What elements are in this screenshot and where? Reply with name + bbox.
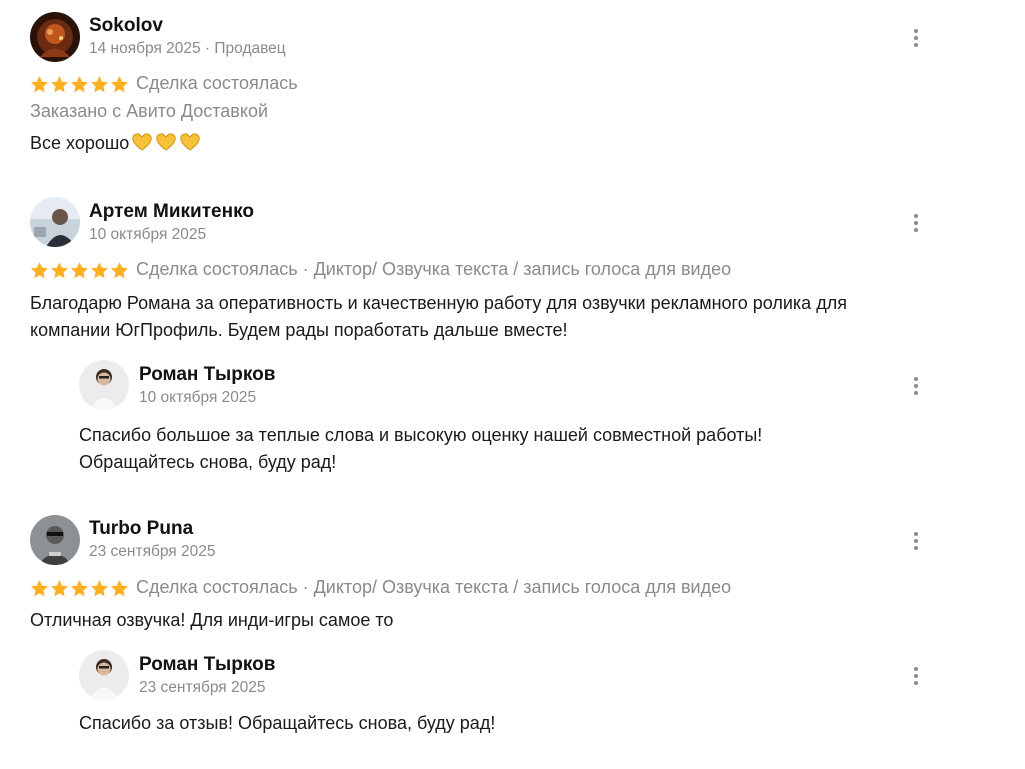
star-icon bbox=[31, 262, 48, 279]
rating-stars bbox=[30, 261, 129, 280]
star-icon bbox=[31, 580, 48, 597]
review-text-content: Все хорошо bbox=[30, 133, 130, 153]
star-icon bbox=[71, 580, 88, 597]
star-icon bbox=[111, 76, 128, 93]
more-options-icon[interactable] bbox=[906, 662, 926, 690]
review-date: 10 октября 2025 bbox=[89, 226, 207, 243]
author-name[interactable]: Turbo Puna bbox=[89, 518, 193, 540]
avatar[interactable] bbox=[30, 515, 80, 565]
review-text-line: компании ЮгПрофиль. Будем рады поработат… bbox=[30, 320, 568, 340]
deal-status: Сделка состоялась · Диктор/ Озвучка текс… bbox=[136, 259, 732, 279]
review-date: 23 сентября 2025 bbox=[89, 543, 216, 560]
delivery-note: Заказано с Авито Доставкой bbox=[30, 101, 269, 121]
avatar[interactable] bbox=[30, 12, 80, 62]
avatar[interactable] bbox=[30, 197, 80, 247]
author-name[interactable]: Роман Тырков bbox=[139, 364, 275, 386]
reply-date: 23 сентября 2025 bbox=[139, 679, 266, 696]
author-name[interactable]: Роман Тырков bbox=[139, 654, 275, 676]
star-icon bbox=[91, 76, 108, 93]
heart-hands-icon bbox=[156, 133, 176, 151]
reply-date: 10 октября 2025 bbox=[139, 389, 257, 406]
reply-text-line: Обращайтесь снова, буду рад! bbox=[79, 452, 337, 472]
rating-stars bbox=[30, 579, 129, 598]
avatar[interactable] bbox=[79, 360, 129, 410]
star-icon bbox=[71, 262, 88, 279]
more-options-icon[interactable] bbox=[906, 209, 926, 237]
rating-stars bbox=[30, 75, 129, 94]
deal-status: Сделка состоялась bbox=[136, 73, 298, 93]
star-icon bbox=[71, 76, 88, 93]
star-icon bbox=[31, 76, 48, 93]
star-icon bbox=[51, 76, 68, 93]
more-options-icon[interactable] bbox=[906, 372, 926, 400]
star-icon bbox=[51, 580, 68, 597]
review-text: Отличная озвучка! Для инди-игры самое то bbox=[30, 610, 394, 630]
star-icon bbox=[91, 580, 108, 597]
star-icon bbox=[51, 262, 68, 279]
deal-status: Сделка состоялась · Диктор/ Озвучка текс… bbox=[136, 577, 732, 597]
review-text: Все хорошо bbox=[30, 130, 201, 157]
review-text-line: Благодарю Романа за оперативность и каче… bbox=[30, 293, 847, 313]
reply-text-line: Спасибо большое за теплые слова и высоку… bbox=[79, 425, 763, 445]
heart-hands-icon bbox=[180, 133, 200, 151]
author-name[interactable]: Sokolov bbox=[89, 15, 163, 37]
more-options-icon[interactable] bbox=[906, 24, 926, 52]
star-icon bbox=[111, 262, 128, 279]
author-name[interactable]: Артем Микитенко bbox=[89, 201, 254, 223]
star-icon bbox=[111, 580, 128, 597]
review-date: 14 ноября 2025 · Продавец bbox=[89, 40, 286, 57]
heart-hands-icon bbox=[132, 133, 152, 151]
more-options-icon[interactable] bbox=[906, 527, 926, 555]
star-icon bbox=[91, 262, 108, 279]
avatar[interactable] bbox=[79, 650, 129, 700]
reply-text: Спасибо за отзыв! Обращайтесь снова, буд… bbox=[79, 713, 496, 733]
